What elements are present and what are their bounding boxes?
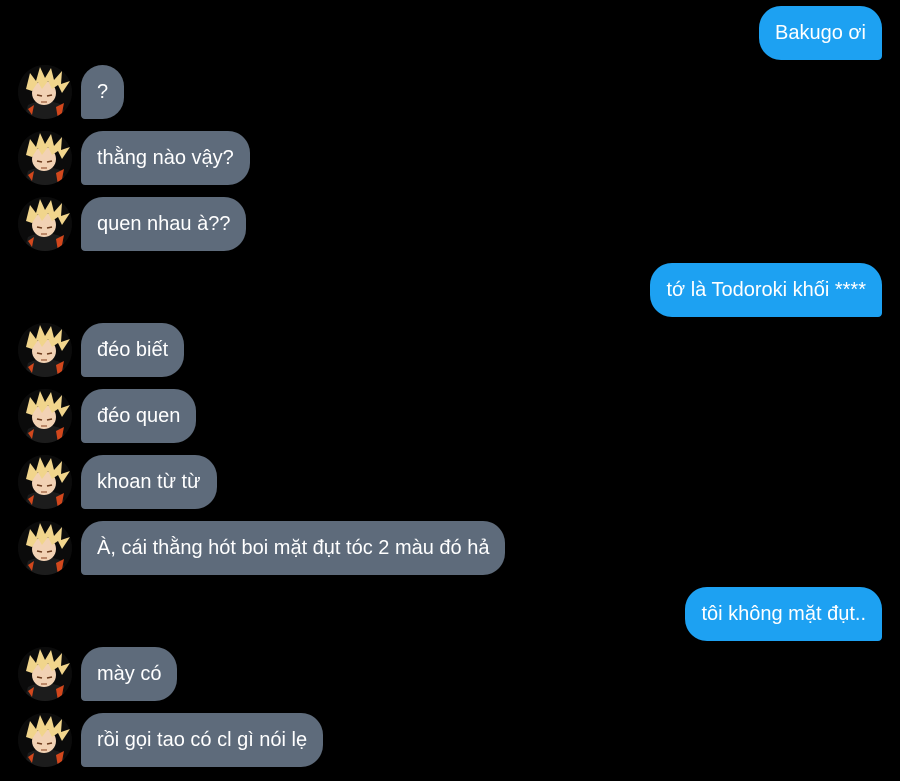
received-message-bubble[interactable]: À, cái thằng hót boi mặt đụt tóc 2 màu đ…: [81, 521, 506, 575]
received-message-bubble[interactable]: rồi gọi tao có cl gì nói lẹ: [81, 713, 324, 767]
message-row-received: đéo biết: [0, 323, 900, 377]
message-row-sent: tôi không mặt đụt..: [0, 587, 900, 641]
bakugo-avatar-icon[interactable]: [18, 713, 72, 767]
received-message-bubble[interactable]: mày có: [81, 647, 178, 701]
received-message-bubble[interactable]: ?: [81, 65, 125, 119]
message-row-received: ?: [0, 65, 900, 119]
bakugo-avatar-icon[interactable]: [18, 647, 72, 701]
chat-thread: Bakugo ơi ? thằng nào vậy? quen nhau à??…: [0, 0, 900, 781]
received-message-bubble[interactable]: quen nhau à??: [81, 197, 247, 251]
bakugo-avatar-icon[interactable]: [18, 389, 72, 443]
sent-message-bubble[interactable]: tôi không mặt đụt..: [685, 587, 882, 641]
message-row-received: khoan từ từ: [0, 455, 900, 509]
sent-message-bubble[interactable]: tớ là Todoroki khối ****: [650, 263, 882, 317]
bakugo-avatar-icon[interactable]: [18, 323, 72, 377]
message-row-sent: tớ là Todoroki khối ****: [0, 263, 900, 317]
bakugo-avatar-icon[interactable]: [18, 131, 72, 185]
message-row-received: đéo quen: [0, 389, 900, 443]
bakugo-avatar-icon[interactable]: [18, 65, 72, 119]
bakugo-avatar-icon[interactable]: [18, 455, 72, 509]
message-row-sent: Bakugo ơi: [0, 6, 900, 60]
bakugo-avatar-icon[interactable]: [18, 521, 72, 575]
received-message-bubble[interactable]: thằng nào vậy?: [81, 131, 250, 185]
received-message-bubble[interactable]: đéo biết: [81, 323, 185, 377]
message-row-received: thằng nào vậy?: [0, 131, 900, 185]
bakugo-avatar-icon[interactable]: [18, 197, 72, 251]
received-message-bubble[interactable]: khoan từ từ: [81, 455, 217, 509]
received-message-bubble[interactable]: đéo quen: [81, 389, 197, 443]
message-row-received: À, cái thằng hót boi mặt đụt tóc 2 màu đ…: [0, 521, 900, 575]
message-row-received: rồi gọi tao có cl gì nói lẹ: [0, 713, 900, 767]
sent-message-bubble[interactable]: Bakugo ơi: [759, 6, 882, 60]
message-row-received: mày có: [0, 647, 900, 701]
message-row-received: quen nhau à??: [0, 197, 900, 251]
